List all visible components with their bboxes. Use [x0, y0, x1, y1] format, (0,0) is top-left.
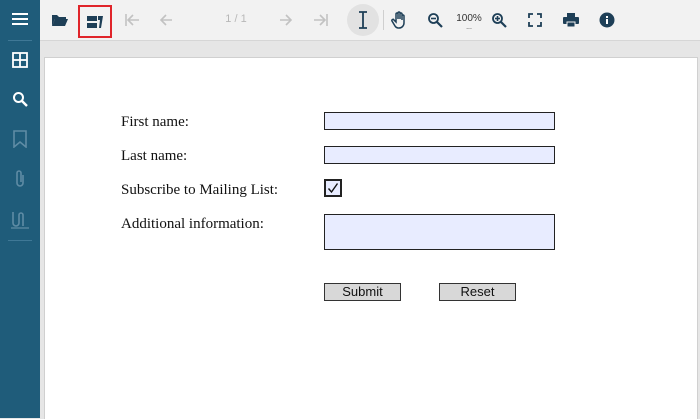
first-name-field[interactable] — [324, 112, 555, 130]
text-cursor-icon — [359, 11, 367, 29]
reset-button[interactable]: Reset — [439, 283, 516, 301]
text-select-button[interactable] — [347, 4, 379, 36]
first-page-button[interactable] — [116, 4, 148, 36]
last-page-icon — [314, 14, 328, 26]
fullscreen-button[interactable] — [519, 4, 551, 36]
zoom-more[interactable]: ... — [453, 24, 485, 31]
previous-page-button[interactable] — [150, 4, 182, 36]
additional-info-field[interactable] — [324, 214, 555, 250]
sidebar-divider — [8, 240, 32, 241]
info-icon — [599, 12, 615, 28]
folder-open-icon — [52, 15, 68, 26]
pan-tool-button[interactable] — [384, 4, 416, 36]
zoom-out-icon — [428, 13, 443, 28]
document-page: First name: Last name: Subscribe to Mail… — [44, 57, 698, 419]
zoom-in-button[interactable] — [483, 4, 515, 36]
fullscreen-icon — [528, 13, 542, 27]
info-button[interactable] — [591, 4, 623, 36]
thumbnails-icon[interactable] — [0, 41, 40, 79]
form-fields-icon — [87, 15, 103, 28]
additional-info-label: Additional information: — [121, 216, 264, 232]
subscribe-checkbox[interactable] — [324, 179, 342, 197]
last-name-field[interactable] — [324, 146, 555, 164]
hand-icon — [391, 11, 405, 29]
last-name-label: Last name: — [121, 148, 188, 164]
next-page-button[interactable] — [270, 4, 302, 36]
bookmark-icon[interactable] — [0, 120, 40, 158]
checkmark-icon — [327, 183, 339, 194]
first-name-label: First name: — [121, 114, 189, 130]
last-page-button[interactable] — [305, 4, 337, 36]
zoom-level[interactable]: 100% — [453, 13, 485, 24]
search-icon[interactable] — [0, 80, 40, 118]
arrow-left-icon — [159, 14, 172, 26]
left-sidebar — [0, 0, 40, 418]
toolbar: 1 / 1 100% ... — [40, 0, 700, 41]
form-fields-button[interactable] — [78, 5, 112, 38]
arrow-right-icon — [280, 14, 293, 26]
print-button[interactable] — [555, 4, 587, 36]
signature-icon[interactable] — [0, 200, 40, 238]
zoom-out-button[interactable] — [419, 4, 451, 36]
first-page-icon — [125, 14, 139, 26]
submit-button[interactable]: Submit — [324, 283, 401, 301]
open-file-button[interactable] — [44, 4, 76, 36]
attachment-icon[interactable] — [0, 160, 40, 198]
printer-icon — [563, 13, 579, 28]
subscribe-label: Subscribe to Mailing List: — [121, 182, 279, 198]
menu-icon[interactable] — [0, 0, 40, 38]
page-indicator[interactable]: 1 / 1 — [216, 13, 256, 25]
zoom-in-icon — [492, 13, 507, 28]
